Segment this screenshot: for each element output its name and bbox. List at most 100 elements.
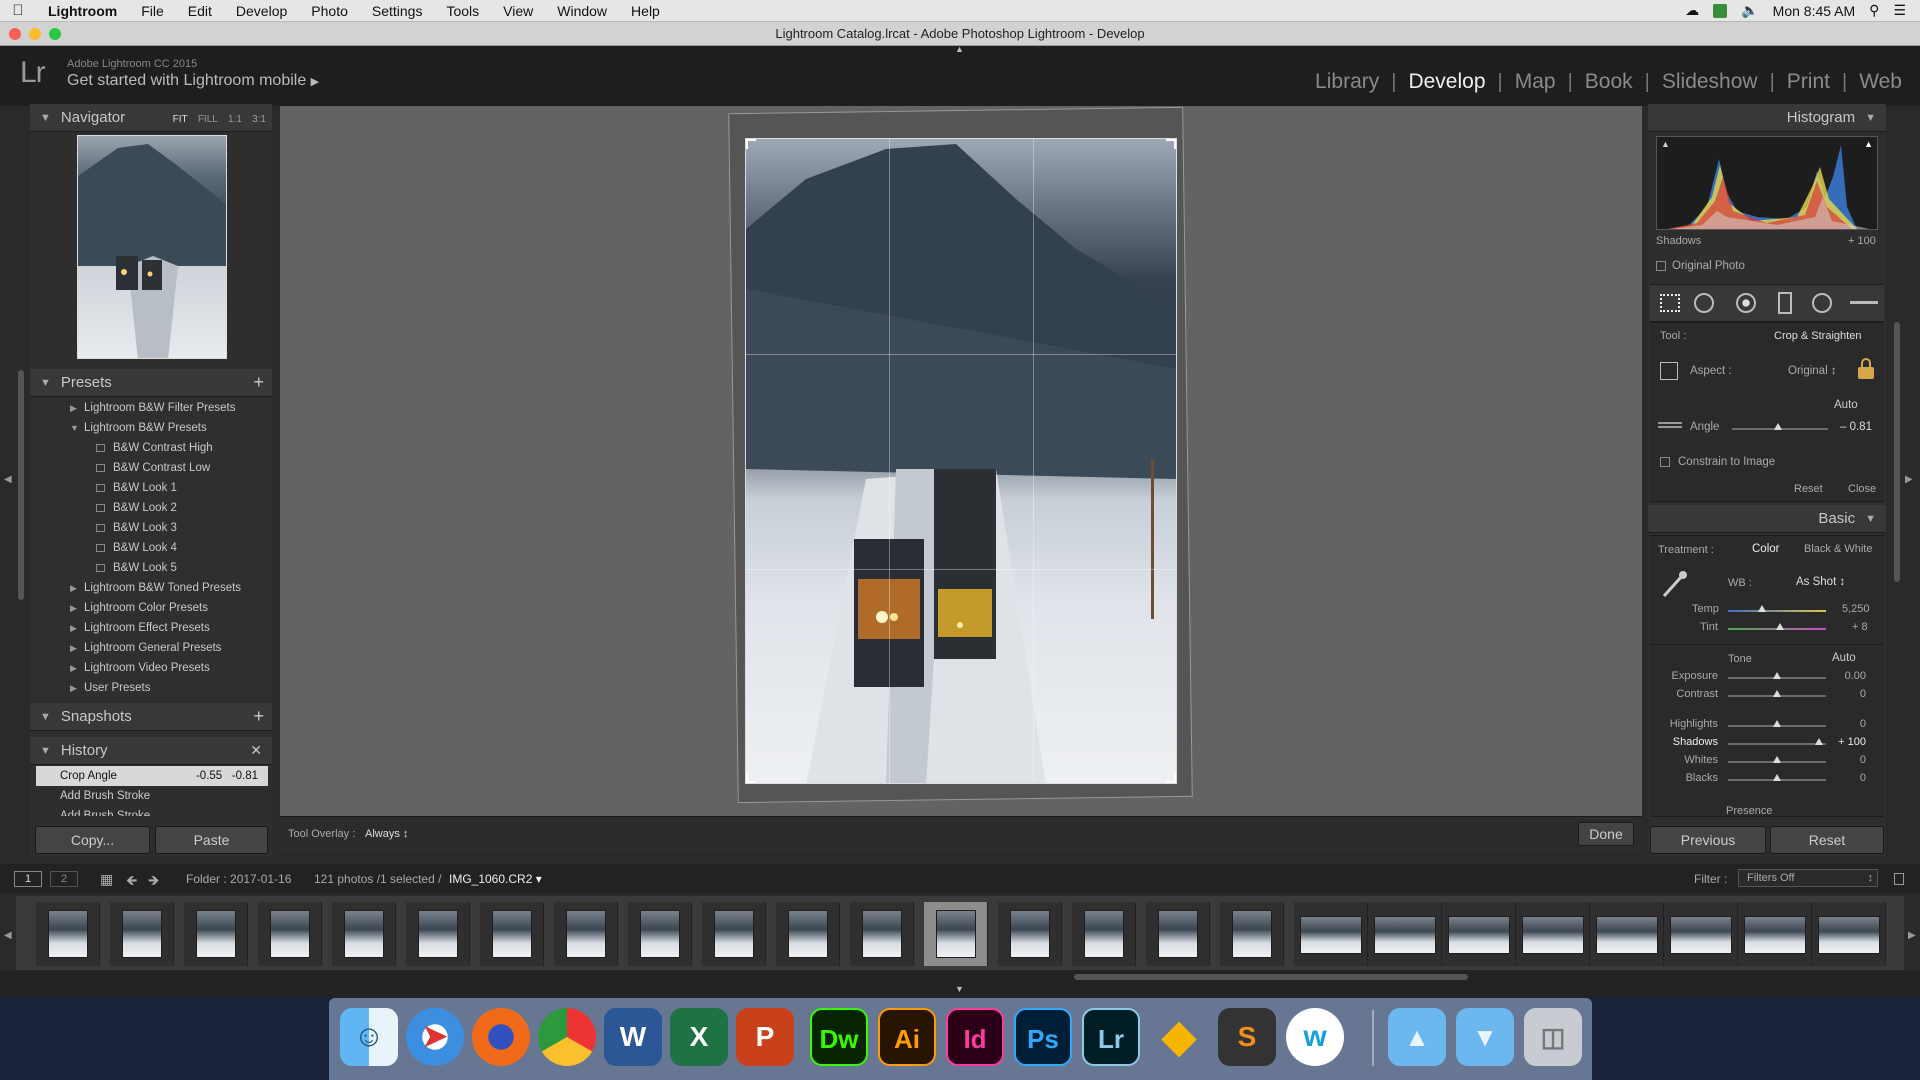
previous-button[interactable]: Previous: [1650, 826, 1766, 854]
notification-icon[interactable]: ☰: [1893, 2, 1906, 19]
folder-source[interactable]: Folder : 2017-01-16: [186, 872, 291, 886]
close-window-icon[interactable]: [9, 28, 21, 40]
word-icon[interactable]: W: [604, 1008, 662, 1066]
preset-item[interactable]: B&W Contrast High: [36, 438, 268, 458]
paste-button[interactable]: Paste: [155, 826, 268, 854]
indesign-icon[interactable]: Id: [946, 1008, 1004, 1066]
checkbox[interactable]: [1660, 456, 1670, 467]
creative-cloud-icon[interactable]: ☁: [1685, 2, 1699, 19]
graduated-filter-icon[interactable]: [1778, 292, 1792, 314]
excel-icon[interactable]: X: [670, 1008, 728, 1066]
forward-arrow-icon[interactable]: 🡺: [148, 870, 159, 894]
filmstrip-right-icon[interactable]: ▶: [1908, 930, 1916, 941]
nav-fill[interactable]: FILL: [198, 114, 218, 125]
menu-develop[interactable]: Develop: [224, 3, 299, 19]
tone-value-whites[interactable]: 0: [1860, 754, 1866, 766]
crop-frame[interactable]: [745, 138, 1177, 784]
filmstrip-thumbnail[interactable]: [258, 902, 322, 966]
minimize-window-icon[interactable]: [29, 28, 41, 40]
back-arrow-icon[interactable]: 🡸: [126, 870, 137, 894]
done-button[interactable]: Done: [1578, 822, 1634, 846]
slider-knob-highlights[interactable]: [1773, 720, 1781, 727]
spot-removal-icon[interactable]: [1694, 293, 1714, 313]
main-window-button[interactable]: 1: [14, 871, 42, 887]
navigator-preview[interactable]: [77, 135, 227, 359]
presets-header[interactable]: ▼ Presets +: [30, 369, 272, 397]
slider-knob-shadows[interactable]: [1815, 738, 1824, 745]
filmstrip-thumbnail[interactable]: [1516, 902, 1590, 966]
preset-item[interactable]: B&W Look 5: [36, 558, 268, 578]
filmstrip-thumbnail[interactable]: [184, 902, 248, 966]
tone-value-blacks[interactable]: 0: [1860, 772, 1866, 784]
tone-value-contrast[interactable]: 0: [1860, 688, 1866, 700]
menu-help[interactable]: Help: [619, 3, 672, 19]
menu-edit[interactable]: Edit: [176, 3, 224, 19]
filmstrip-thumbnail[interactable]: [1442, 902, 1516, 966]
checkbox[interactable]: [1656, 260, 1666, 271]
module-library[interactable]: Library: [1303, 70, 1391, 94]
filmstrip-thumbnail[interactable]: [1664, 902, 1738, 966]
filter-select[interactable]: Filters Off ↕: [1738, 869, 1878, 887]
history-header[interactable]: ▼ History ✕: [30, 737, 272, 765]
add-snapshot-icon[interactable]: +: [253, 706, 272, 727]
preset-folder[interactable]: ▶ Lightroom Color Presets: [36, 598, 268, 618]
red-eye-icon[interactable]: [1736, 293, 1756, 313]
applications-folder-icon[interactable]: ▲: [1388, 1008, 1446, 1066]
downloads-folder-icon[interactable]: ▼: [1456, 1008, 1514, 1066]
filmstrip-thumbnail[interactable]: [1590, 902, 1664, 966]
menu-file[interactable]: File: [129, 3, 176, 19]
collapse-top-icon[interactable]: ▲: [955, 44, 964, 54]
menu-settings[interactable]: Settings: [360, 3, 435, 19]
crop-handle-top-left[interactable]: [746, 139, 756, 149]
filmstrip-thumbnail[interactable]: [1146, 902, 1210, 966]
filmstrip-thumbnail[interactable]: [1072, 902, 1136, 966]
safari-icon[interactable]: ➤: [406, 1008, 464, 1066]
module-book[interactable]: Book: [1573, 70, 1645, 94]
slider-knob-blacks[interactable]: [1773, 774, 1781, 781]
filmstrip-thumbnail[interactable]: [1368, 902, 1442, 966]
constrain-toggle[interactable]: Constrain to Image: [1660, 456, 1775, 468]
lock-aspect-icon[interactable]: [1858, 358, 1874, 380]
filmstrip-thumbnail[interactable]: [1738, 902, 1812, 966]
filmstrip-thumbnail[interactable]: [628, 902, 692, 966]
preset-item[interactable]: B&W Contrast Low: [36, 458, 268, 478]
preset-folder[interactable]: ▼ Lightroom B&W Presets: [36, 418, 268, 438]
clock[interactable]: Mon 8:45 AM: [1773, 3, 1856, 19]
sublime-icon[interactable]: S: [1218, 1008, 1276, 1066]
powerpoint-icon[interactable]: P: [736, 1008, 794, 1066]
copy-button[interactable]: Copy...: [35, 826, 150, 854]
module-map[interactable]: Map: [1503, 70, 1568, 94]
white-balance-selector-icon[interactable]: [1660, 570, 1688, 600]
menu-app[interactable]: Lightroom: [36, 3, 129, 19]
filmstrip-left-icon[interactable]: ◀: [4, 930, 12, 941]
highlight-clipping-icon[interactable]: ▲: [1864, 139, 1873, 149]
treatment-color[interactable]: Color: [1752, 543, 1779, 555]
menu-window[interactable]: Window: [545, 3, 619, 19]
filmstrip-thumbnail[interactable]: [332, 902, 396, 966]
aspect-select[interactable]: Original ↕: [1788, 365, 1837, 377]
crop-reset-button[interactable]: Reset: [1794, 483, 1823, 495]
tone-value-shadows[interactable]: + 100: [1838, 736, 1866, 748]
original-photo-toggle[interactable]: Original Photo: [1656, 260, 1745, 272]
tint-value[interactable]: + 8: [1852, 621, 1868, 633]
preset-folder[interactable]: ▶ Lightroom B&W Filter Presets: [36, 398, 268, 418]
dreamweaver-icon[interactable]: Dw: [810, 1008, 868, 1066]
crop-handle-bottom-right[interactable]: [1166, 773, 1176, 783]
left-panel-scrollbar[interactable]: [18, 370, 24, 600]
histogram-graph[interactable]: ▲ ▲: [1656, 136, 1878, 230]
preset-item[interactable]: B&W Look 4: [36, 538, 268, 558]
adjustment-brush-icon[interactable]: [1850, 301, 1878, 304]
snapshots-header[interactable]: ▼ Snapshots +: [30, 703, 272, 731]
tone-auto-button[interactable]: Auto: [1832, 652, 1856, 664]
preset-folder[interactable]: ▶ Lightroom General Presets: [36, 638, 268, 658]
tone-value-highlights[interactable]: 0: [1860, 718, 1866, 730]
filmstrip-thumbnail[interactable]: [702, 902, 766, 966]
nav-fit[interactable]: FIT: [173, 114, 188, 125]
preset-item[interactable]: B&W Look 2: [36, 498, 268, 518]
filmstrip-thumbnail[interactable]: [850, 902, 914, 966]
radial-filter-icon[interactable]: [1812, 293, 1832, 313]
nav-3-1[interactable]: 3:1: [252, 114, 266, 125]
preset-folder[interactable]: ▶ User Presets: [36, 678, 268, 698]
crop-frame-tool-icon[interactable]: [1660, 362, 1678, 380]
filmstrip-scrollbar[interactable]: [1074, 974, 1468, 980]
